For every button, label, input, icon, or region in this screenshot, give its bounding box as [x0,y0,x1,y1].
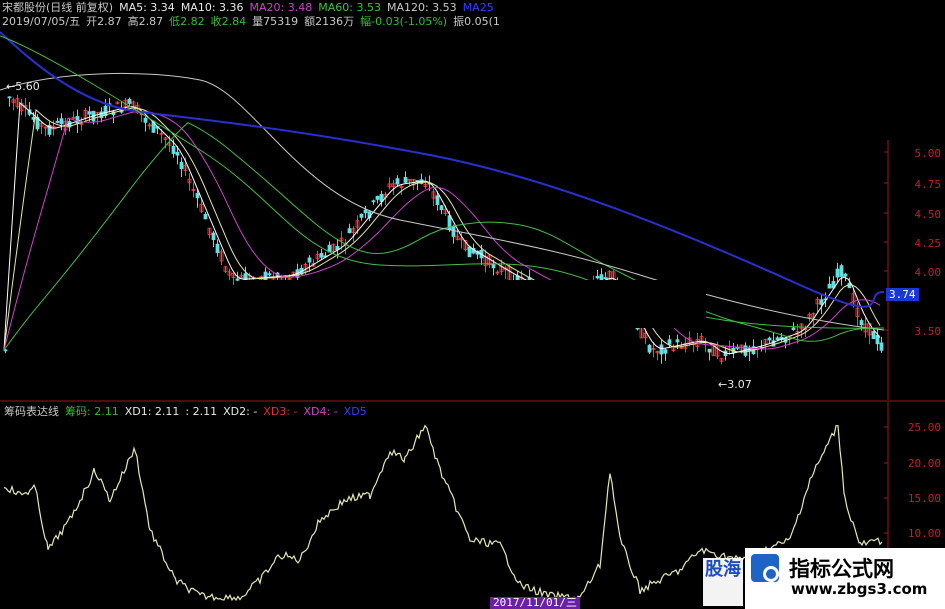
candle-body [55,120,60,123]
candle-body [195,192,200,199]
candle-body [235,278,240,281]
price-tick: 4.50 [914,208,942,221]
header-ohlc-item-1: 开2.87 [86,15,122,28]
indicator-legend-item-1: XD1: 2.11 [124,405,180,418]
candle-body [175,151,180,156]
redacted-area-top [533,0,945,140]
candle-body [87,111,92,115]
candle-body [843,273,848,277]
header-ohlc-item-3: 低2.82 [169,15,205,28]
watermark-title: 指标公式网 [789,557,894,581]
header-ohlc-item-5: 量75319 [252,15,299,28]
candle-body [267,273,272,276]
candle-body [835,268,840,278]
candle-body [439,205,444,211]
indicator-legend-item-6: XD5 [343,405,367,418]
candle-body [375,195,380,200]
header-ohlc-line: 2019/07/05/五 开2.87 高2.87 低2.82 收2.84 量75319 额2… [2,15,506,28]
candle-body [371,200,376,203]
indicator-tick: 20.00 [907,457,941,470]
price-tick: 4.25 [914,237,942,250]
candle-body [875,334,880,345]
indicator-tick: 10.00 [907,527,941,540]
candle-body [203,213,208,220]
indicator-legend: 筹码表达线 筹码: 2.11 XD1: 2.11 : 2.11 XD2: - XD3: -… [4,403,373,419]
candle-body [827,283,832,289]
watermark-url: www.zbgs3.com [791,580,928,598]
candle-body [659,344,664,355]
watermark: 股海 指标公式网 www.zbgs3.com [703,548,945,609]
candle-body [395,178,400,185]
candle-body [879,342,884,351]
indicator-legend-item-4: XD3: - [263,405,298,418]
candle-body [707,348,712,353]
candle-body [403,177,408,183]
candle-body [171,146,176,154]
low-price-marker: ←3.07 [718,378,752,391]
current-price-badge: 3.74 [886,288,919,301]
header-ma-item-4: MA60: 3.53 [318,1,381,14]
watermark-icon [751,554,779,582]
indicator-legend-item-0: 筹码: 2.11 [65,405,119,418]
header-ohlc-item-0: 2019/07/05/五 [2,15,81,28]
header-ohlc-item-6: 额2136万 [304,15,355,28]
candle-body [347,228,352,234]
candle-body [647,344,652,353]
indicator-tick: 25.00 [907,421,941,434]
header-ohlc-item-4: 收2.84 [210,15,247,28]
candle-body [663,349,668,354]
candle-body [359,213,364,218]
candle-body [127,98,132,104]
header-ma-item-6: MA25 [462,1,494,14]
candle-body [859,320,864,326]
candle-body [211,232,216,241]
header-ma-item-0: 宋都股份(日线 前复权) [2,1,114,14]
high-price-marker: ←5.60 [6,80,40,93]
candle-body [791,327,796,331]
candle-body [179,162,184,170]
price-tick: 4.75 [914,178,942,191]
candle-body [595,275,600,279]
candle-body [319,252,324,258]
candle-body [307,257,312,263]
header-ma-item-1: MA5: 3.34 [119,1,175,14]
candle-body [839,265,844,277]
redacted-area-middle [240,280,706,328]
candle-body [775,337,780,340]
candle-body [767,337,772,341]
candle-body [871,331,876,339]
candle-body [667,339,672,345]
header-ma-line: 宋都股份(日线 前复权) MA5: 3.34 MA10: 3.36 MA20: 3.4… [2,1,500,14]
header-ohlc-item-2: 高2.87 [127,15,164,28]
header-ohlc-item-7: 幅-0.03(-1.05%) [360,15,448,28]
header-ma-item-5: MA120: 3.53 [386,1,457,14]
candle-body [819,299,824,305]
watermark-logo: 股海 [703,558,743,606]
indicator-name: 筹码表达线 [4,405,59,418]
candle-body [59,118,64,125]
price-tick: 4.00 [914,266,942,279]
candle-body [215,243,220,254]
header-ohlc-item-8: 振0.05(1 [453,15,500,28]
candle-body [603,277,608,279]
candle-body [363,209,368,214]
indicator-legend-item-5: XD4: - [303,405,338,418]
candle-body [143,117,148,123]
price-tick: 3.50 [914,325,942,338]
price-tick: 5.00 [914,147,942,160]
candle-body [491,263,496,269]
indicator-legend-item-2: : 2.11 [185,405,218,418]
candle-body [7,96,12,99]
indicator-legend-item-3: XD2: - [223,405,258,418]
indicator-tick: 15.00 [907,492,941,505]
candle-body [75,116,80,124]
candle-body [451,226,456,237]
date-cursor-badge: 2017/11/01/三 [490,597,580,609]
candle-body [467,246,472,258]
header-ma-item-2: MA10: 3.36 [180,1,244,14]
candle-body [435,195,440,205]
candle-body [675,339,680,343]
header-ma-item-3: MA20: 3.48 [249,1,313,14]
